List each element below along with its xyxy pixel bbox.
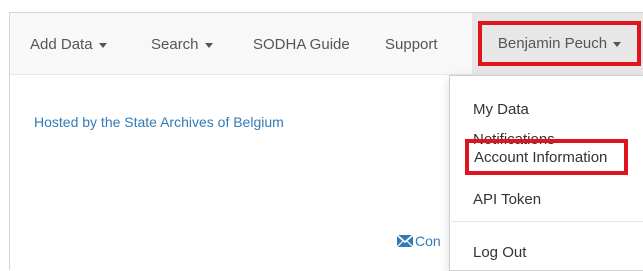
nav-sodha-guide-link[interactable]: SODHA Guide bbox=[253, 13, 350, 75]
nav-support-label: Support bbox=[385, 35, 438, 53]
nav-add-data-dropdown[interactable]: Add Data bbox=[30, 13, 107, 75]
menu-item-account-information-label: Account Information bbox=[474, 148, 608, 166]
contact-link[interactable]: Con bbox=[397, 233, 441, 249]
navbar: Add Data Search SODHA Guide Support Benj… bbox=[10, 13, 643, 75]
caret-down-icon bbox=[204, 42, 213, 48]
envelope-icon bbox=[397, 235, 413, 247]
menu-item-api-token[interactable]: API Token bbox=[473, 191, 541, 208]
nav-support-link[interactable]: Support bbox=[385, 13, 438, 75]
nav-add-data-label: Add Data bbox=[30, 35, 93, 53]
hosted-by-link[interactable]: Hosted by the State Archives of Belgium bbox=[34, 114, 284, 130]
user-menu-toggle[interactable]: Benjamin Peuch bbox=[478, 21, 641, 66]
nav-search-dropdown[interactable]: Search bbox=[151, 13, 213, 75]
menu-item-log-out[interactable]: Log Out bbox=[473, 244, 526, 261]
user-dropdown-menu: My Data Notifications Account Informatio… bbox=[449, 75, 643, 271]
contact-label: Con bbox=[415, 233, 441, 249]
menu-item-account-information[interactable]: Account Information bbox=[465, 139, 628, 175]
nav-search-label: Search bbox=[151, 35, 199, 53]
caret-down-icon bbox=[98, 42, 107, 48]
caret-down-icon bbox=[613, 42, 622, 47]
nav-sodha-guide-label: SODHA Guide bbox=[253, 35, 350, 53]
menu-divider bbox=[451, 221, 643, 222]
user-menu-label: Benjamin Peuch bbox=[497, 35, 608, 52]
page-frame: Add Data Search SODHA Guide Support Benj… bbox=[9, 12, 643, 271]
menu-item-my-data[interactable]: My Data bbox=[473, 101, 529, 118]
